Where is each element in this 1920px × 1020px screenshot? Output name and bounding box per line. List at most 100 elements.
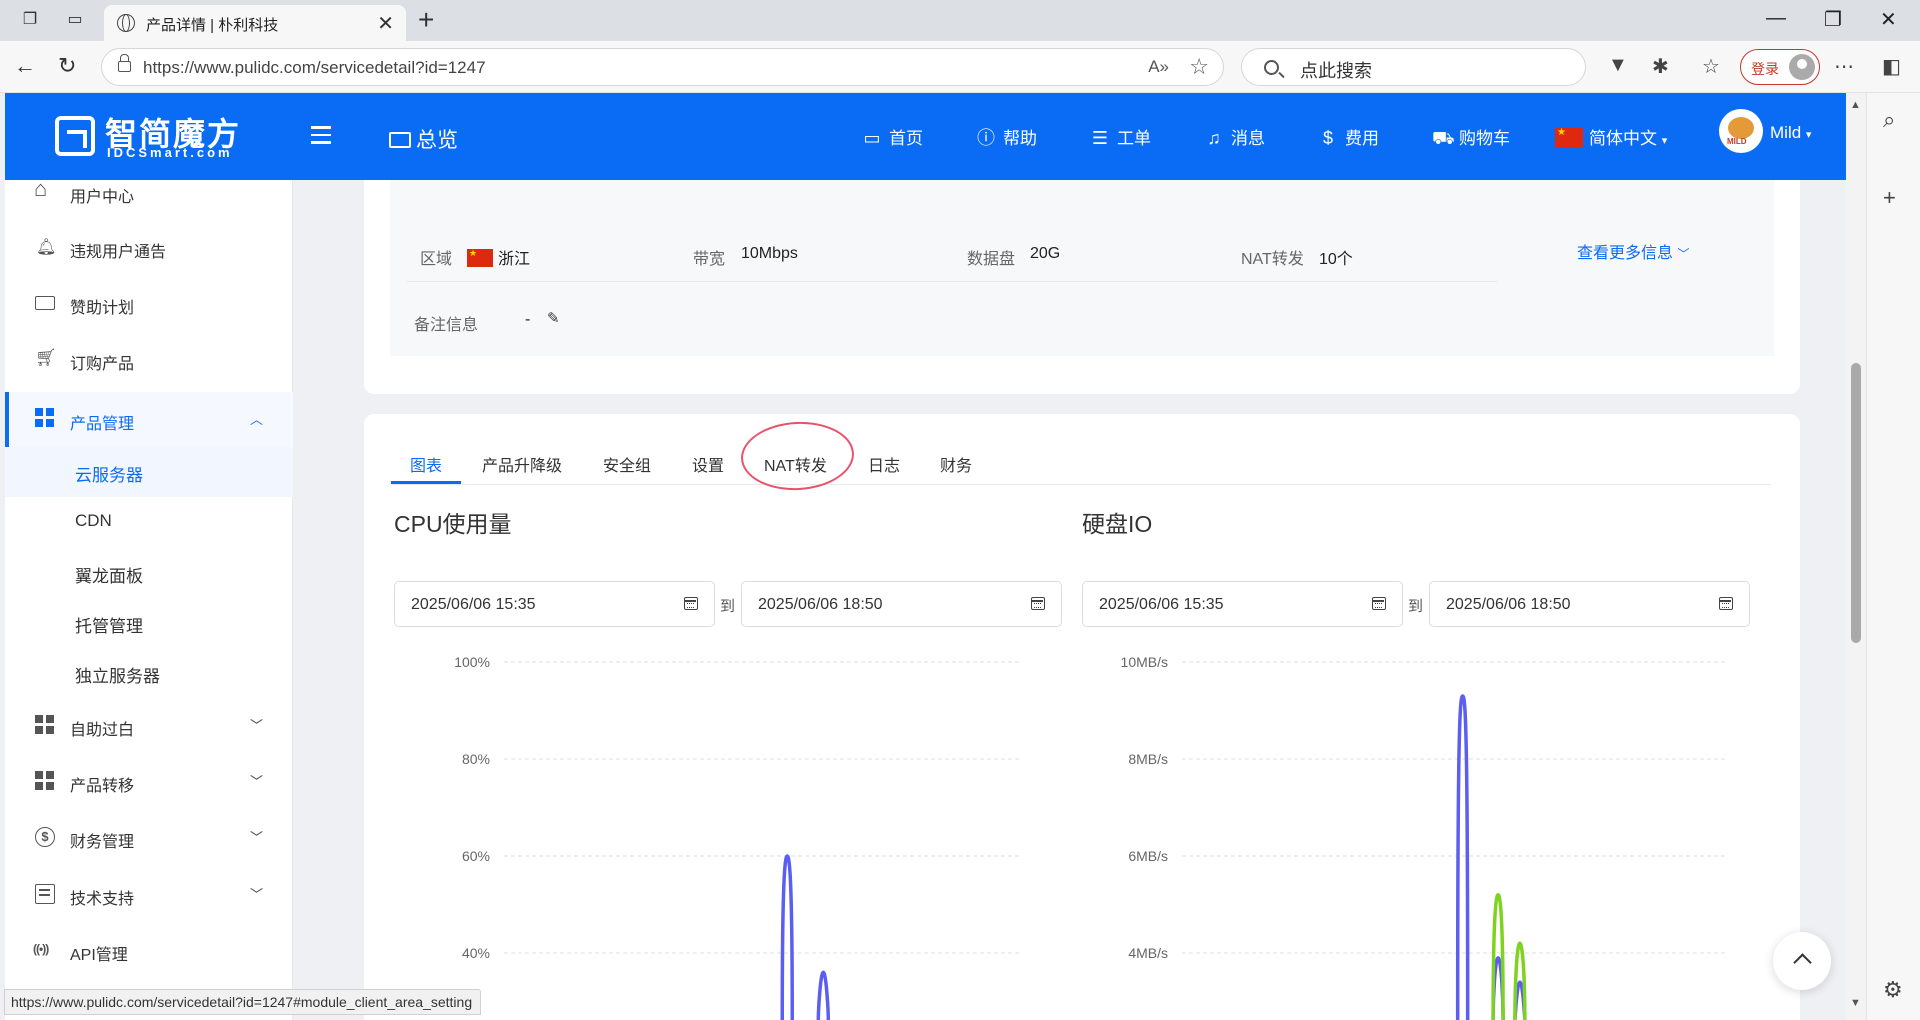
dollar-icon: $ xyxy=(35,827,55,847)
nav-messages[interactable]: ♫ 消息 xyxy=(1204,124,1265,149)
help-icon: ⓘ xyxy=(977,128,995,148)
scrollbar-thumb[interactable] xyxy=(1851,363,1861,643)
calendar-icon xyxy=(1372,597,1386,610)
date-range-separator: 到 xyxy=(1408,598,1424,615)
edit-pencil-icon[interactable]: ✎ xyxy=(547,309,560,327)
tab-finance[interactable]: 财务 xyxy=(940,452,972,476)
tab-actions-icon[interactable]: ▭ xyxy=(64,9,86,31)
tab-security-group[interactable]: 安全组 xyxy=(603,452,651,476)
sidebar-item-api[interactable]: API管理 xyxy=(5,926,293,976)
nav-fees[interactable]: $ 费用 xyxy=(1318,124,1379,149)
date-value: 2025/06/06 15:35 xyxy=(1099,596,1224,613)
close-window-button[interactable]: ✕ xyxy=(1880,7,1897,32)
extensions-icon[interactable]: ✱ xyxy=(1652,54,1669,79)
sidebar-item-user-center[interactable]: 用户中心 xyxy=(5,168,293,218)
nav-home-label: 首页 xyxy=(889,129,923,148)
scroll-up-arrow-icon[interactable]: ▲ xyxy=(1850,99,1861,111)
address-bar[interactable]: https://www.pulidc.com/servicedetail?id=… xyxy=(101,48,1224,86)
disk-label: 数据盘 xyxy=(967,251,1016,268)
nat-label: NAT转发 xyxy=(1241,251,1304,268)
sidebar-item-sponsor[interactable]: 赞助计划 xyxy=(5,279,293,329)
sidebar-item-label: 订购产品 xyxy=(70,356,135,373)
browser-tab[interactable]: 产品详情 | 朴利科技 ✕ xyxy=(104,5,406,41)
cpu-end-date-input[interactable]: 2025/06/06 18:50 xyxy=(741,581,1062,627)
refresh-button[interactable]: ↻ xyxy=(58,53,76,79)
new-tab-button[interactable]: + xyxy=(418,4,434,36)
sidebar-item-whitelist[interactable]: 自助过白 ﹀ xyxy=(5,701,293,751)
y-tick-label: 60% xyxy=(462,848,490,864)
sidebar-item-label: 财务管理 xyxy=(70,834,135,851)
bell-icon xyxy=(35,237,56,257)
back-button[interactable]: ← xyxy=(14,53,36,79)
favorite-star-icon[interactable]: ☆ xyxy=(1189,54,1209,80)
more-menu-icon[interactable]: ⋯ xyxy=(1834,54,1854,79)
workspaces-icon[interactable]: ❐ xyxy=(19,9,41,31)
rail-settings-icon[interactable]: ⚙ xyxy=(1883,977,1903,1003)
tab-upgrade[interactable]: 产品升降级 xyxy=(482,452,562,476)
date-value: 2025/06/06 15:35 xyxy=(411,596,536,613)
user-avatar[interactable] xyxy=(1719,109,1763,153)
scroll-down-arrow-icon[interactable]: ▼ xyxy=(1850,997,1861,1009)
info-box xyxy=(390,180,1774,356)
sidebar-item-order[interactable]: 订购产品 xyxy=(5,335,293,385)
view-more-link[interactable]: 查看更多信息 ﹀ xyxy=(1577,239,1689,263)
nav-help[interactable]: ⓘ 帮助 xyxy=(976,124,1037,150)
sidebar-subitem-dedicated[interactable]: 独立服务器 xyxy=(5,648,293,698)
region-value: 浙江 xyxy=(467,245,530,269)
sidebar-toggle-icon[interactable]: ◧ xyxy=(1882,54,1901,79)
sidebar-subitem-cloud-server[interactable]: 云服务器 xyxy=(5,447,293,497)
nav-cart[interactable]: ⛟ 购物车 xyxy=(1432,124,1510,152)
nav-ticket-label: 工单 xyxy=(1117,129,1151,148)
sidebar-item-support[interactable]: 技术支持 ﹀ xyxy=(5,870,293,920)
minimize-button[interactable]: — xyxy=(1766,7,1786,30)
disk-end-date-input[interactable]: 2025/06/06 18:50 xyxy=(1429,581,1750,627)
y-tick-label: 8MB/s xyxy=(1128,751,1168,767)
sidebar-item-violation-notice[interactable]: 违规用户通告 xyxy=(5,223,293,273)
chevron-down-icon: ▾ xyxy=(1805,129,1812,141)
tab-chart[interactable]: 图表 xyxy=(410,452,442,476)
close-tab-icon[interactable]: ✕ xyxy=(377,11,394,36)
sidebar-subitem-hosting[interactable]: 托管管理 xyxy=(5,598,293,648)
grid-icon xyxy=(35,771,55,791)
menu-collapse-icon[interactable] xyxy=(311,126,331,144)
overview-label: 总览 xyxy=(416,129,458,152)
login-button[interactable]: 登录 xyxy=(1740,49,1820,85)
browser-search-box[interactable]: 点此搜索 xyxy=(1241,48,1586,86)
cpu-start-date-input[interactable]: 2025/06/06 15:35 xyxy=(394,581,715,627)
nav-ticket[interactable]: ☰ 工单 xyxy=(1090,124,1151,149)
tab-log[interactable]: 日志 xyxy=(868,452,900,476)
tab-separator xyxy=(391,484,1771,485)
address-toolbar: ← ↻ https://www.pulidc.com/servicedetail… xyxy=(0,41,1920,93)
disk-start-date-input[interactable]: 2025/06/06 15:35 xyxy=(1082,581,1403,627)
tab-settings[interactable]: 设置 xyxy=(692,452,724,476)
read-aloud-icon[interactable]: A» xyxy=(1148,57,1169,77)
vpn-icon[interactable]: ▼ xyxy=(1608,54,1628,77)
favorites-icon[interactable]: ☆ xyxy=(1702,54,1720,79)
page-scrollbar[interactable]: ▲ ▼ xyxy=(1846,93,1866,1020)
nav-help-label: 帮助 xyxy=(1003,129,1037,148)
sidebar-item-product-management[interactable]: 产品管理 ︿ xyxy=(5,392,293,447)
bandwidth-value: 10Mbps xyxy=(741,245,798,262)
restore-button[interactable]: ❐ xyxy=(1824,7,1842,32)
sidebar-subitem-cdn[interactable]: CDN xyxy=(5,497,293,547)
sidebar: 用户中心 违规用户通告 赞助计划 订购产品 产品管理 ︿ 云服务器 CDN 翼龙… xyxy=(5,176,293,1020)
language-selector[interactable]: 简体中文 ▾ xyxy=(1555,124,1667,149)
y-tick-label: 10MB/s xyxy=(1121,654,1168,670)
lock-icon xyxy=(118,54,131,72)
user-menu[interactable]: Mild ▾ xyxy=(1770,123,1811,143)
rail-add-icon[interactable]: + xyxy=(1883,185,1896,211)
overview-link[interactable]: 总览 xyxy=(389,124,458,154)
sidebar-item-transfer[interactable]: 产品转移 ﹀ xyxy=(5,757,293,807)
cpu-chart-title: CPU使用量 xyxy=(394,511,512,537)
sidebar-item-label: 产品管理 xyxy=(70,416,135,433)
grid-icon xyxy=(35,408,55,428)
sidebar-subitem-panel[interactable]: 翼龙面板 xyxy=(5,548,293,598)
nav-home[interactable]: ▭ 首页 xyxy=(862,124,923,149)
sidebar-item-finance[interactable]: $ 财务管理 ﹀ xyxy=(5,813,293,863)
back-to-top-button[interactable] xyxy=(1773,932,1831,990)
nav-cart-label: 购物车 xyxy=(1459,129,1510,148)
rail-search-icon[interactable]: ⌕ xyxy=(1883,107,1895,133)
url-text: https://www.pulidc.com/servicedetail?id=… xyxy=(143,58,486,77)
info-divider xyxy=(407,281,1497,282)
region-label: 区域 xyxy=(420,251,453,268)
